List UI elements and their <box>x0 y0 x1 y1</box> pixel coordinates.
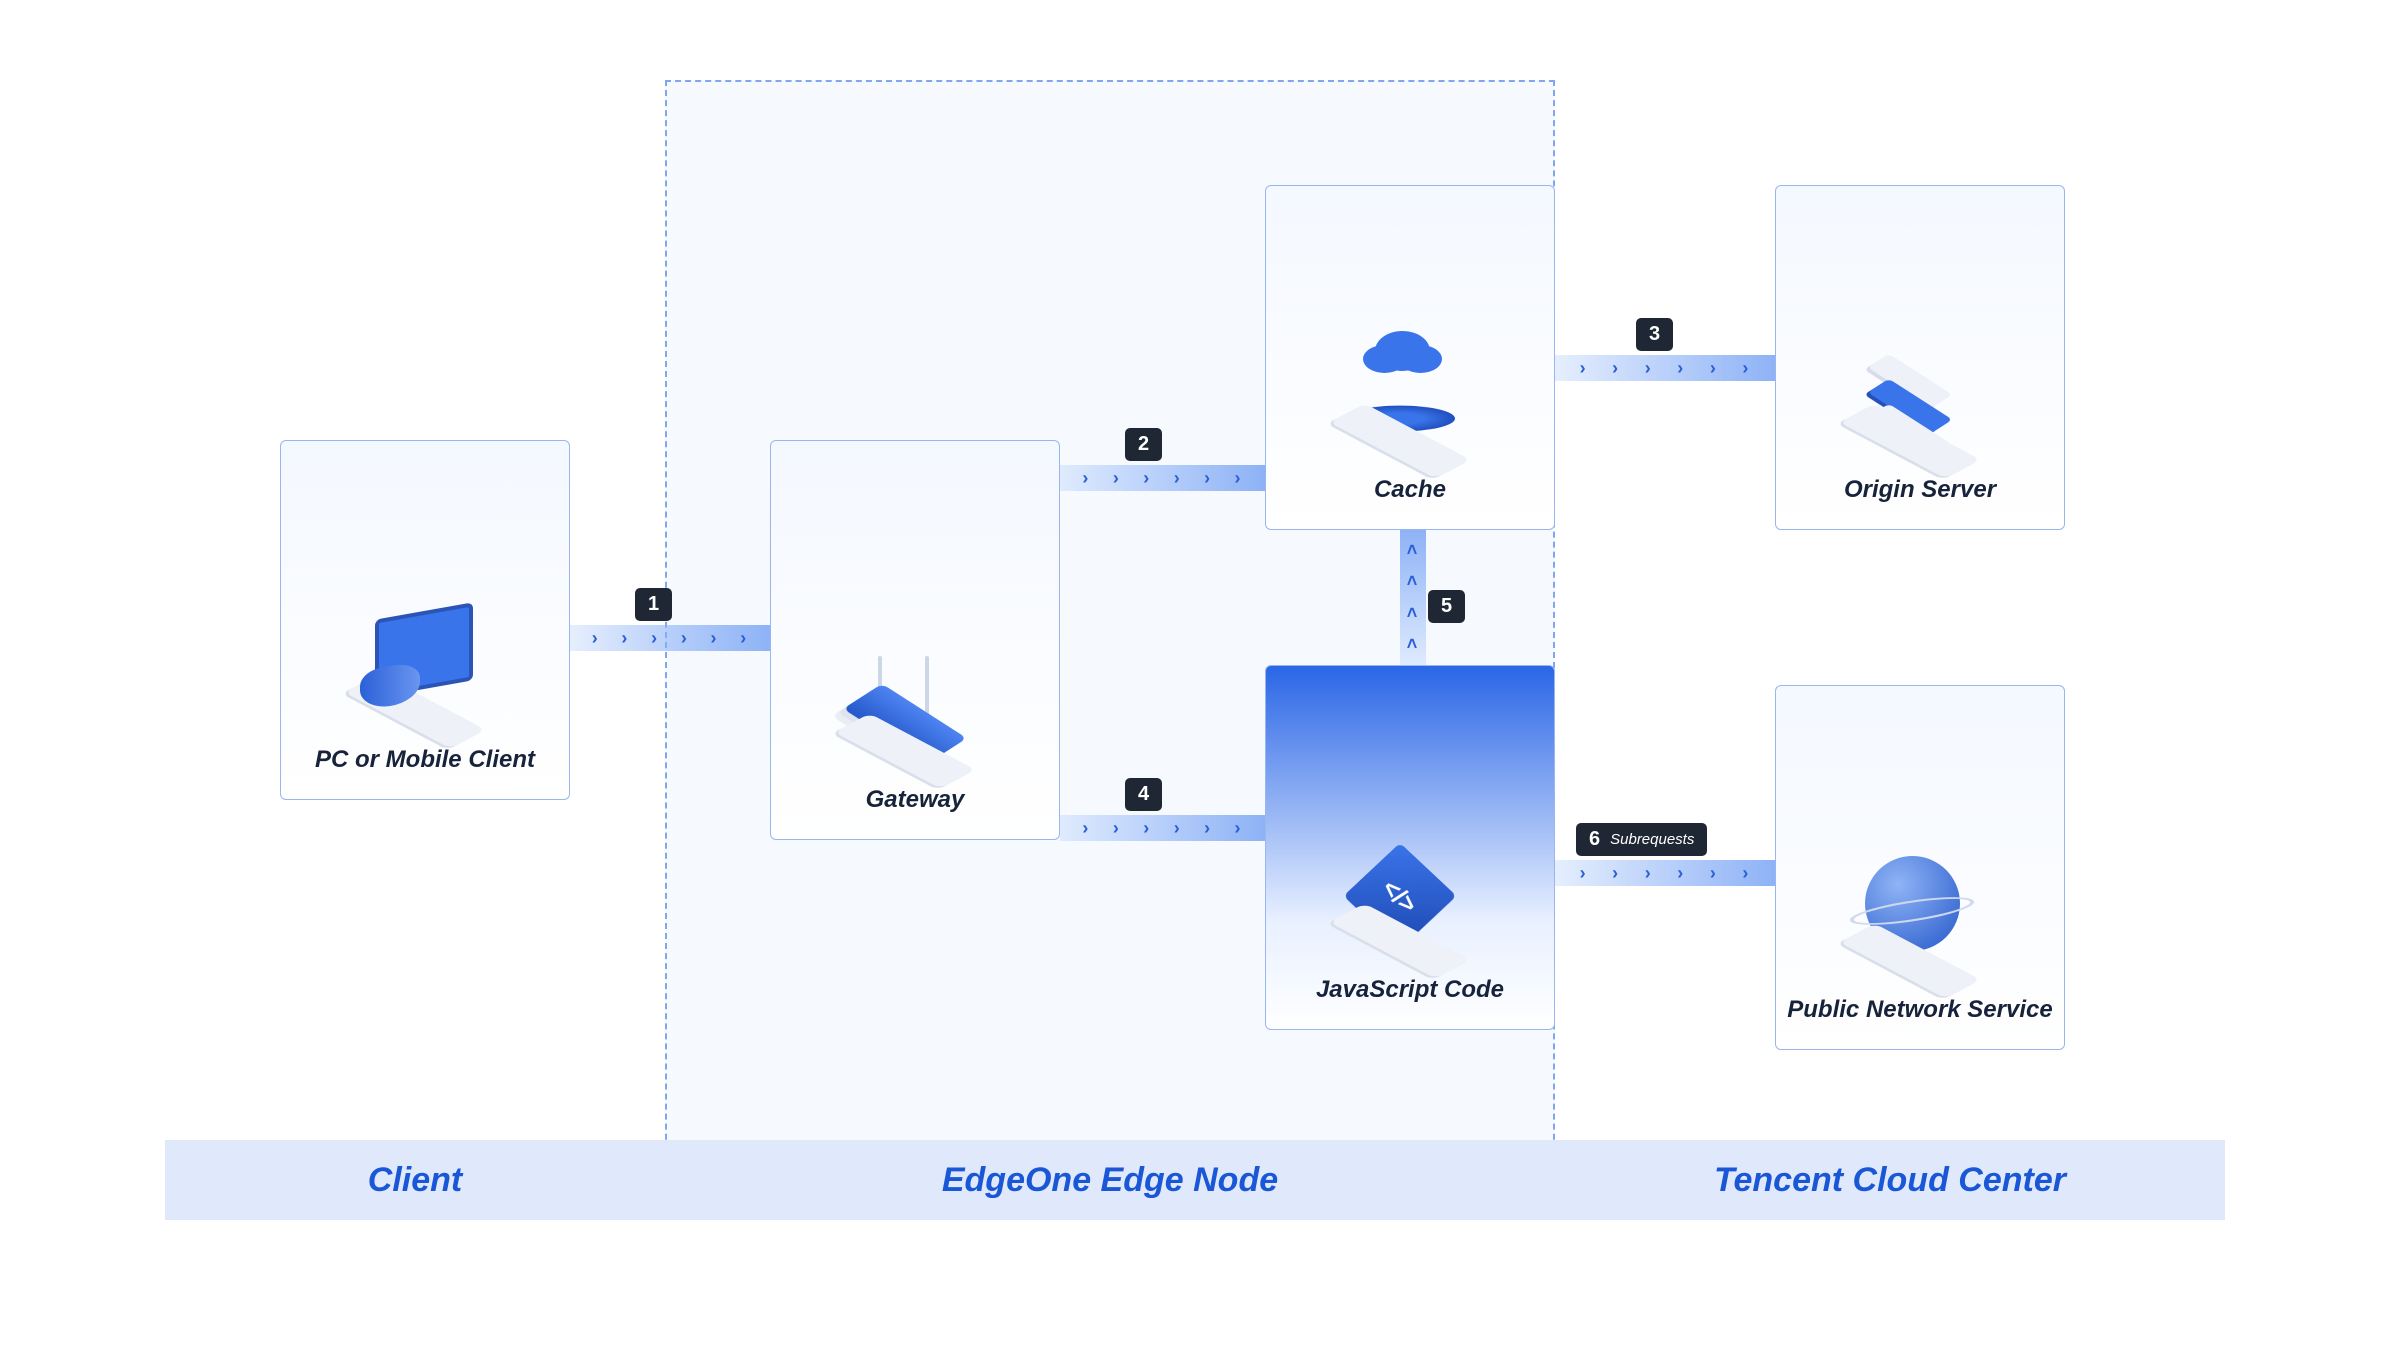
cache-icon <box>1325 326 1495 466</box>
step-6-sublabel: Subrequests <box>1610 831 1694 848</box>
zone-label-edge: EdgeOne Edge Node <box>665 1140 1555 1220</box>
gateway-router-icon <box>830 636 1000 776</box>
step-3-number: 3 <box>1649 323 1660 346</box>
node-gateway-label: Gateway <box>866 786 965 814</box>
server-stack-icon <box>1835 326 2005 466</box>
globe-icon <box>1835 846 2005 986</box>
arrow-jscode-to-cache: ˄˄˄˄ <box>1400 530 1426 665</box>
zone-bar: Client EdgeOne Edge Node Tencent Cloud C… <box>165 1140 2225 1220</box>
arrow-cache-to-origin: ›››››› <box>1555 355 1775 381</box>
step-1-number: 1 <box>648 593 659 616</box>
step-badge-2: 2 <box>1125 428 1162 461</box>
node-client-label: PC or Mobile Client <box>315 746 535 774</box>
node-public-network: Public Network Service <box>1775 685 2065 1050</box>
step-6-number: 6 <box>1589 828 1600 851</box>
step-4-number: 4 <box>1138 783 1149 806</box>
step-badge-1: 1 <box>635 588 672 621</box>
arrow-client-to-gateway: ›››››› <box>570 625 770 651</box>
arrow-gateway-to-cache: ›››››› <box>1060 465 1265 491</box>
node-javascript-code: JavaScript Code <box>1265 665 1555 1030</box>
zone-label-client: Client <box>165 1140 665 1220</box>
node-cache: Cache <box>1265 185 1555 530</box>
node-cache-label: Cache <box>1374 476 1446 504</box>
node-jscode-label: JavaScript Code <box>1316 976 1504 1004</box>
step-badge-6: 6 Subrequests <box>1576 823 1707 856</box>
zone-label-center: Tencent Cloud Center <box>1555 1140 2225 1220</box>
node-client: PC or Mobile Client <box>280 440 570 800</box>
code-cube-icon <box>1325 826 1495 966</box>
step-badge-5: 5 <box>1428 590 1465 623</box>
arrow-gateway-to-jscode: ›››››› <box>1060 815 1265 841</box>
step-badge-4: 4 <box>1125 778 1162 811</box>
node-origin-label: Origin Server <box>1844 476 1996 504</box>
step-5-number: 5 <box>1441 595 1452 618</box>
client-device-icon <box>340 596 510 736</box>
node-public-label: Public Network Service <box>1787 996 2052 1024</box>
step-2-number: 2 <box>1138 433 1149 456</box>
arrow-jscode-to-public: ›››››› <box>1555 860 1775 886</box>
node-gateway: Gateway <box>770 440 1060 840</box>
step-badge-3: 3 <box>1636 318 1673 351</box>
node-origin-server: Origin Server <box>1775 185 2065 530</box>
